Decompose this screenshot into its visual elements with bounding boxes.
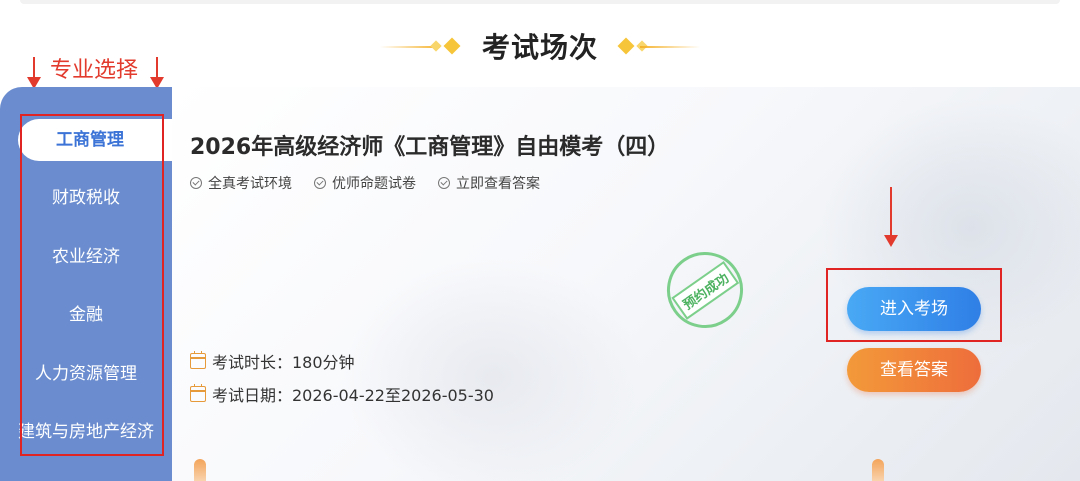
check-circle-icon — [438, 177, 450, 189]
calendar-icon — [190, 351, 206, 369]
red-arrow-down-icon — [150, 57, 164, 89]
stamp-text: 预约成功 — [671, 260, 739, 320]
feature-item: 优师命题试卷 — [314, 173, 416, 193]
major-sidebar: 工商管理 财政税收 农业经济 金融 人力资源管理 建筑与房地产经济 — [0, 87, 172, 481]
feature-label: 立即查看答案 — [456, 176, 540, 192]
feature-label: 全真考试环境 — [208, 176, 292, 192]
exam-title: 2026年高级经济师《工商管理》自由模考（四） — [190, 135, 670, 160]
exam-duration: 考试时长：180分钟 — [190, 349, 355, 373]
background-decoration — [342, 257, 642, 481]
annotation-highlight-box — [20, 114, 164, 456]
exam-panel: 工商管理 财政税收 农业经济 金融 人力资源管理 建筑与房地产经济 2026年高… — [0, 87, 1080, 481]
reservation-success-stamp: 预约成功 — [652, 237, 758, 343]
binder-ring-icon — [194, 459, 206, 481]
exam-duration-text: 考试时长：180分钟 — [212, 353, 355, 372]
exam-card: 2026年高级经济师《工商管理》自由模考（四） 全真考试环境 优师命题试卷 立即… — [172, 87, 1080, 481]
red-arrow-down-icon — [884, 187, 898, 247]
check-circle-icon — [190, 177, 202, 189]
exam-date: 考试日期：2026-04-22至2026-05-30 — [190, 382, 494, 406]
feature-item: 立即查看答案 — [438, 173, 540, 193]
feature-item: 全真考试环境 — [190, 173, 292, 193]
enter-exam-button[interactable]: 进入考场 — [847, 287, 981, 331]
view-answer-button[interactable]: 查看答案 — [847, 348, 981, 392]
top-bar — [20, 0, 1060, 4]
feature-label: 优师命题试卷 — [332, 176, 416, 192]
feature-list: 全真考试环境 优师命题试卷 立即查看答案 — [190, 173, 540, 193]
red-arrow-down-icon — [27, 57, 41, 89]
annotation-label: 专业选择 — [50, 58, 139, 83]
decorative-line-right — [640, 46, 700, 48]
calendar-icon — [190, 384, 206, 402]
exam-date-text: 考试日期：2026-04-22至2026-05-30 — [212, 386, 494, 405]
check-circle-icon — [314, 177, 326, 189]
binder-ring-icon — [872, 459, 884, 481]
